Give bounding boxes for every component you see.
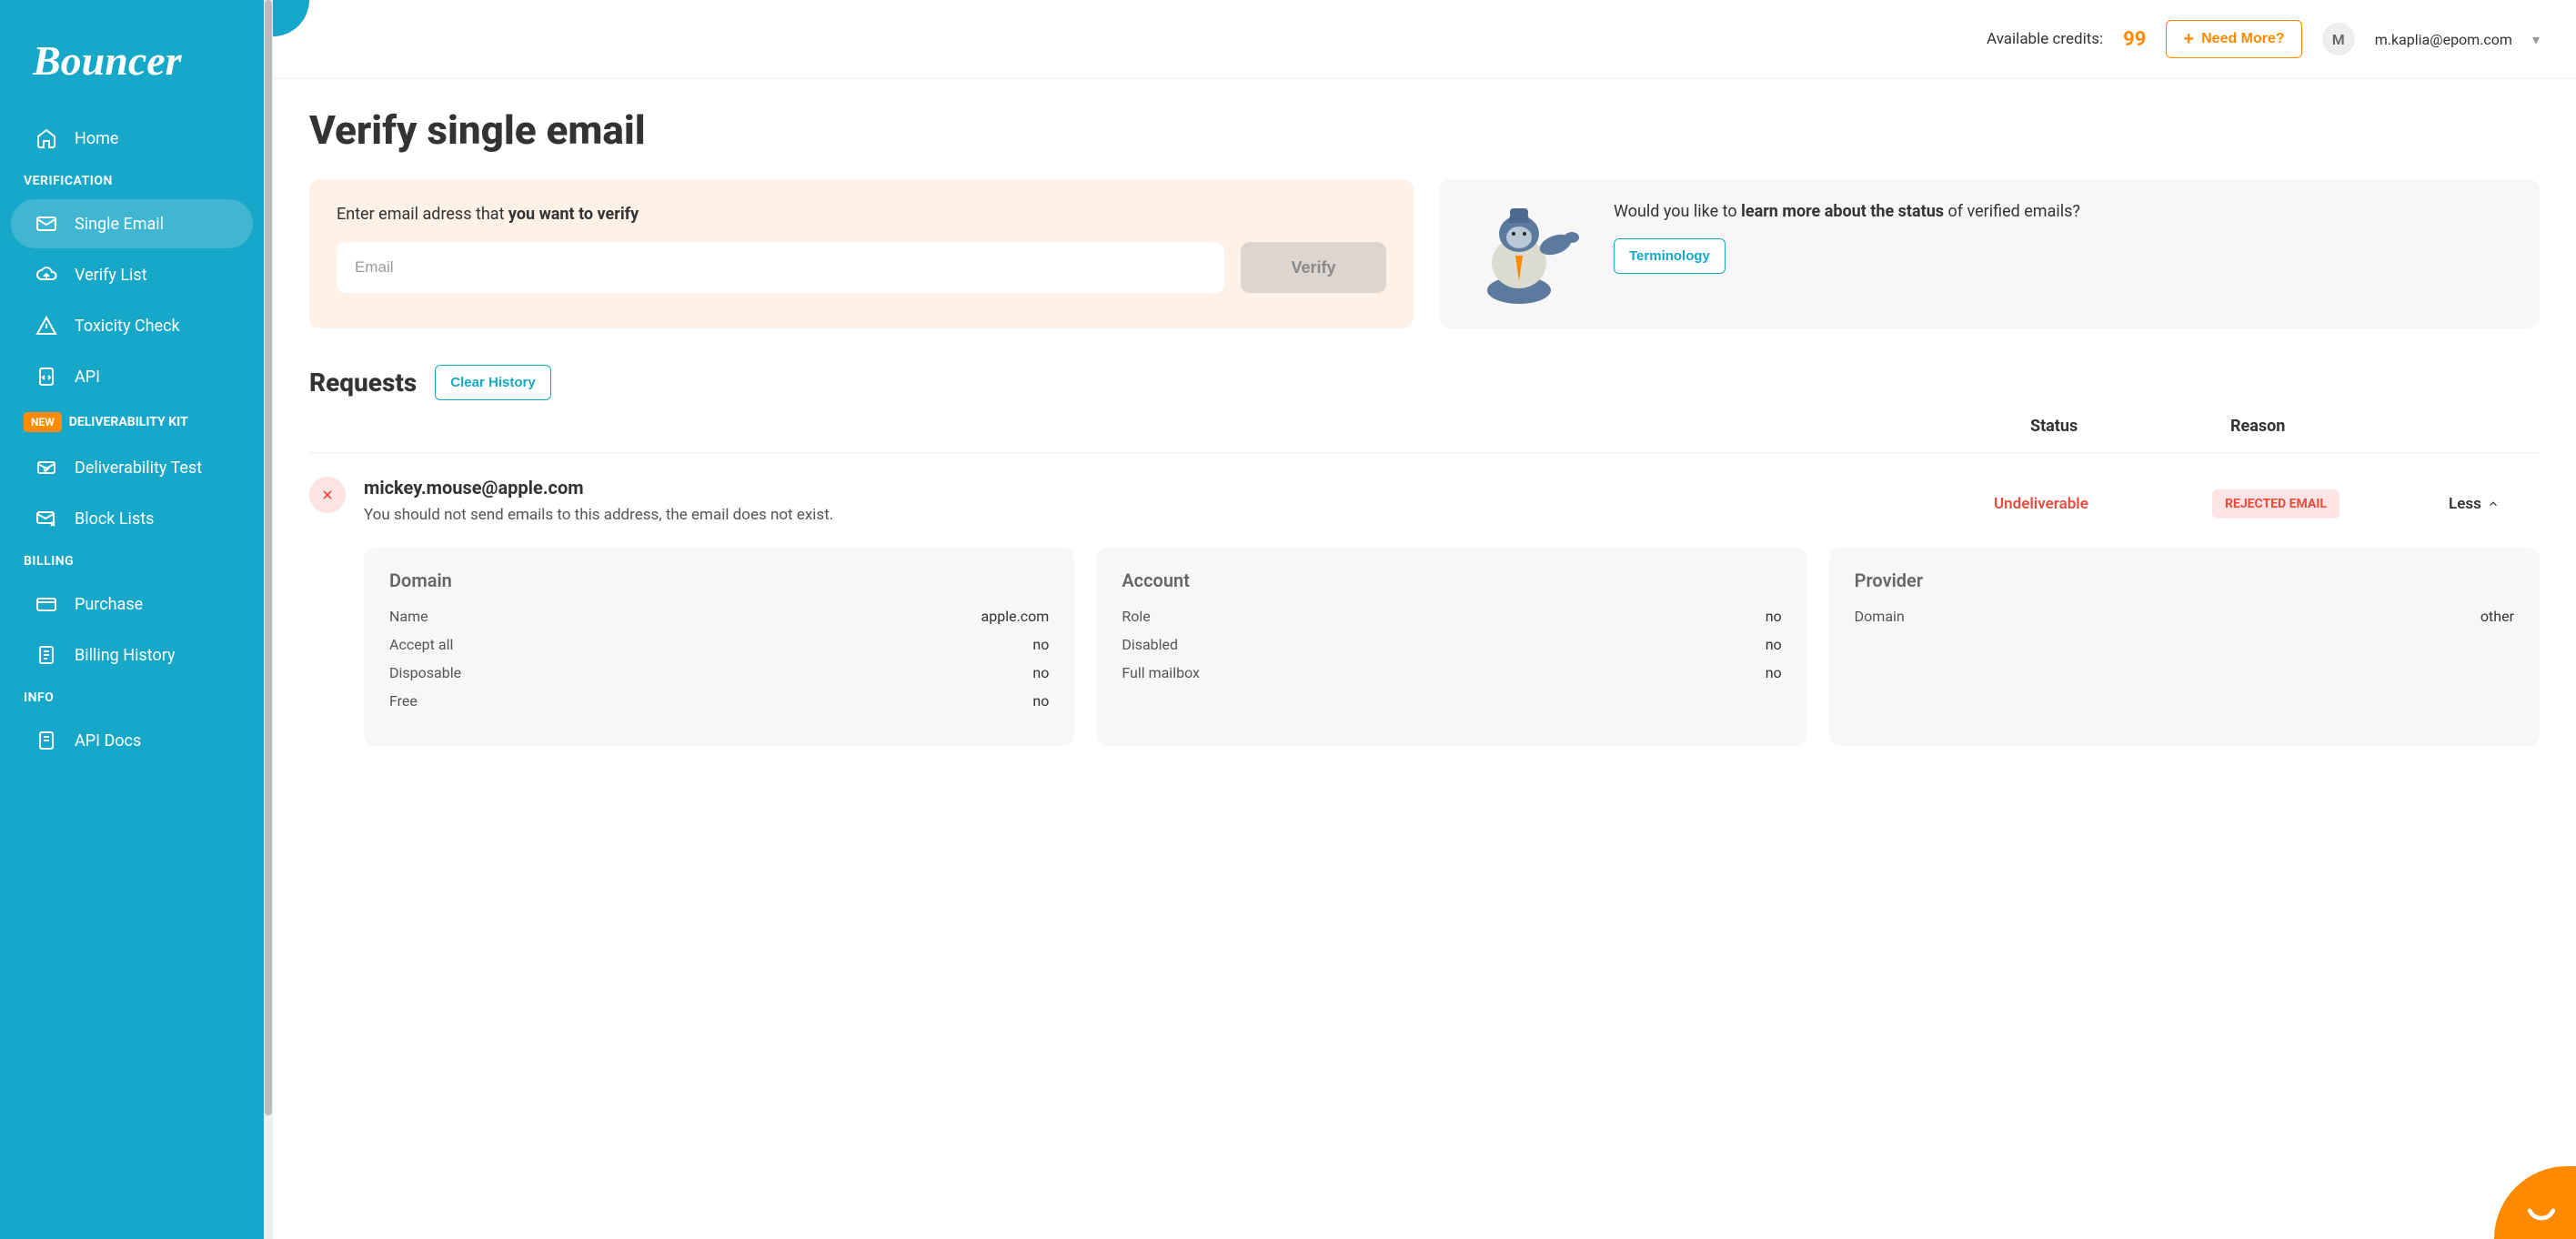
- envelope-icon: [35, 212, 58, 236]
- columns-header: Status Reason: [309, 408, 2540, 453]
- sidebar-item-label: Home: [75, 129, 118, 148]
- gorilla-mascot-icon: [1464, 199, 1592, 308]
- request-row: mickey.mouse@apple.com You should not se…: [309, 453, 2540, 755]
- sidebar-item-label: Billing History: [75, 646, 176, 665]
- detail-account: Account Roleno Disabledno Full mailboxno: [1096, 548, 1806, 746]
- plus-icon: +: [2183, 30, 2194, 48]
- credits-label: Available credits:: [1987, 30, 2103, 48]
- chevron-up-icon: [2487, 498, 2500, 510]
- sidebar-item-label: Toxicity Check: [75, 317, 180, 336]
- request-message: You should not send emails to this addre…: [364, 506, 1976, 524]
- sidebar-item-label: Deliverability Test: [75, 458, 202, 478]
- request-reason: REJECTED EMAIL: [2212, 477, 2430, 519]
- sidebar-item-label: Purchase: [75, 595, 143, 614]
- request-details: Domain Nameapple.com Accept allno Dispos…: [364, 548, 2540, 746]
- sidebar-item-verify-list[interactable]: Verify List: [11, 250, 253, 299]
- col-reason: Reason: [2230, 417, 2449, 436]
- receipt-icon: [35, 643, 58, 667]
- sidebar-item-label: Block Lists: [75, 509, 154, 529]
- chevron-down-icon[interactable]: ▾: [2532, 31, 2540, 48]
- section-verification: VERIFICATION: [0, 165, 264, 197]
- inbox-check-icon: [35, 456, 58, 479]
- sidebar: Bouncer Home VERIFICATION Single Email V…: [0, 0, 264, 1239]
- sidebar-item-billing-history[interactable]: Billing History: [11, 630, 253, 680]
- scrollbar-thumb[interactable]: [265, 0, 272, 1115]
- envelope-x-icon: [35, 507, 58, 530]
- scrollbar[interactable]: [264, 0, 273, 1239]
- smile-icon: [2521, 1189, 2561, 1229]
- verify-button[interactable]: Verify: [1241, 242, 1386, 293]
- sidebar-item-label: Single Email: [75, 215, 164, 234]
- home-icon: [35, 126, 58, 150]
- sidebar-item-block-lists[interactable]: Block Lists: [11, 494, 253, 543]
- sidebar-item-deliverability-test[interactable]: Deliverability Test: [11, 443, 253, 492]
- sidebar-item-label: Verify List: [75, 266, 147, 285]
- need-more-button[interactable]: + Need More?: [2166, 20, 2301, 58]
- avatar[interactable]: M: [2322, 23, 2355, 55]
- section-info: INFO: [0, 681, 264, 714]
- detail-provider: Provider Domainother: [1829, 548, 2540, 746]
- sidebar-item-api-docs[interactable]: API Docs: [11, 716, 253, 765]
- sidebar-item-label: API: [75, 368, 100, 387]
- col-status: Status: [2030, 417, 2230, 436]
- clear-history-button[interactable]: Clear History: [435, 365, 550, 400]
- sidebar-item-single-email[interactable]: Single Email: [11, 199, 253, 248]
- email-input[interactable]: [337, 242, 1224, 293]
- sidebar-item-toxicity[interactable]: Toxicity Check: [11, 301, 253, 350]
- warning-icon: [35, 314, 58, 337]
- page-title: Verify single email: [309, 106, 2540, 154]
- request-email: mickey.mouse@apple.com: [364, 477, 1976, 499]
- main-content: Available credits: 99 + Need More? M m.k…: [273, 0, 2576, 1239]
- error-icon: [309, 477, 346, 513]
- sidebar-item-purchase[interactable]: Purchase: [11, 579, 253, 629]
- docs-icon: [35, 729, 58, 752]
- topbar: Available credits: 99 + Need More? M m.k…: [273, 0, 2576, 79]
- requests-title: Requests: [309, 368, 417, 398]
- verify-panel: Enter email adress that you want to veri…: [309, 179, 1414, 328]
- sidebar-item-home[interactable]: Home: [11, 114, 253, 163]
- terminology-button[interactable]: Terminology: [1614, 238, 1726, 274]
- sidebar-item-label: API Docs: [75, 731, 141, 750]
- request-status: Undeliverable: [1994, 477, 2194, 513]
- new-badge: NEW: [24, 412, 62, 432]
- brand-logo: Bouncer: [0, 36, 264, 112]
- section-deliverability: NEW DELIVERABILITY KIT: [0, 403, 264, 441]
- code-file-icon: [35, 365, 58, 388]
- card-icon: [35, 592, 58, 616]
- info-text: Would you like to learn more about the s…: [1614, 199, 2080, 224]
- user-email: m.kaplia@epom.com: [2375, 31, 2512, 48]
- detail-domain: Domain Nameapple.com Accept allno Dispos…: [364, 548, 1074, 746]
- reason-badge: REJECTED EMAIL: [2212, 489, 2340, 519]
- sidebar-item-api[interactable]: API: [11, 352, 253, 401]
- credits-value: 99: [2123, 28, 2146, 51]
- toggle-details-button[interactable]: Less: [2449, 477, 2540, 513]
- section-billing: BILLING: [0, 545, 264, 578]
- info-panel: Would you like to learn more about the s…: [1439, 179, 2540, 328]
- cloud-upload-icon: [35, 263, 58, 287]
- verify-prompt: Enter email adress that you want to veri…: [337, 205, 1386, 224]
